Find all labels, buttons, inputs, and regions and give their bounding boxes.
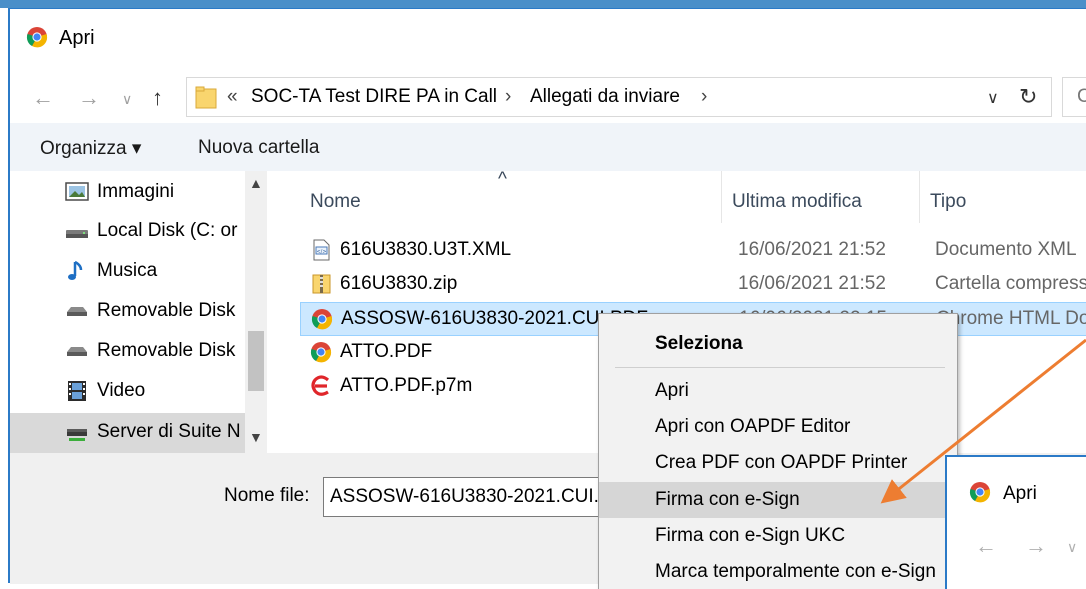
- address-dropdown-icon[interactable]: ∨: [987, 88, 999, 108]
- organize-button[interactable]: Organizza ▾: [40, 137, 141, 160]
- navigation-pane: Immagini Local Disk (C: or Musica Remova…: [10, 171, 268, 453]
- filename-input[interactable]: ASSOSW-616U3830-2021.CUI.P: [323, 477, 623, 517]
- context-menu-item-create-pdf[interactable]: Crea PDF con OAPDF Printer: [599, 445, 957, 481]
- refresh-icon[interactable]: ↻: [1019, 84, 1037, 110]
- overlay-open-dialog: Apri ← → ∨: [945, 455, 1086, 589]
- chrome-icon: [969, 481, 991, 509]
- music-icon: [68, 260, 83, 280]
- forward-arrow-icon[interactable]: →: [78, 85, 100, 111]
- nav-item-network-server[interactable]: Server di Suite N: [10, 413, 245, 453]
- context-menu-item-open[interactable]: Apri: [599, 373, 957, 409]
- breadcrumb-chevron-icon[interactable]: ›: [505, 86, 511, 108]
- nav-item-removable-disk[interactable]: Removable Disk: [10, 292, 245, 332]
- command-bar: Organizza ▾ Nuova cartella: [10, 123, 1086, 171]
- back-arrow-icon[interactable]: ←: [32, 85, 54, 111]
- column-header-date[interactable]: Ultima modifica: [722, 171, 920, 223]
- chrome-icon: [310, 342, 332, 363]
- file-row[interactable]: </> 616U3830.U3T.XML 16/06/2021 21:52 Do…: [300, 234, 1086, 268]
- nav-item-pictures[interactable]: Immagini: [10, 173, 245, 213]
- drive-icon: [66, 230, 88, 238]
- back-arrow-icon[interactable]: ←: [975, 533, 997, 559]
- context-menu-item-timestamp[interactable]: Marca temporalmente con e-Sign: [599, 554, 957, 589]
- nav-item-video[interactable]: Video: [10, 372, 245, 412]
- breadcrumb-overflow[interactable]: «: [227, 86, 238, 108]
- overlay-dialog-title: Apri: [1003, 483, 1037, 504]
- removable-disk-icon: [67, 347, 87, 356]
- chrome-icon: [311, 309, 333, 330]
- context-menu-item-open-with-editor[interactable]: Apri con OAPDF Editor: [599, 409, 957, 445]
- search-input[interactable]: C: [1062, 77, 1086, 117]
- esign-icon: [311, 375, 330, 396]
- address-row: ← → ∨ ↑ « SOC-TA Test DIRE PA in Call › …: [10, 71, 1086, 123]
- chrome-icon: [26, 26, 48, 54]
- context-menu-header: Seleziona: [655, 333, 743, 354]
- xml-file-icon: </>: [313, 239, 330, 261]
- dialog-title: Apri: [59, 27, 95, 49]
- folder-icon: [195, 86, 217, 109]
- forward-arrow-icon[interactable]: →: [1025, 533, 1047, 559]
- context-menu-item-sign[interactable]: Firma con e-Sign: [599, 482, 957, 518]
- up-arrow-icon[interactable]: ↑: [152, 85, 163, 111]
- video-icon: [68, 381, 86, 401]
- breadcrumb-item[interactable]: Allegati da inviare: [530, 86, 680, 108]
- pictures-icon: [65, 182, 89, 201]
- nav-item-music[interactable]: Musica: [10, 252, 245, 292]
- network-drive-icon: [67, 429, 87, 441]
- new-folder-button[interactable]: Nuova cartella: [198, 137, 319, 159]
- scrollbar-thumb[interactable]: [248, 331, 264, 391]
- context-menu-item-sign-ukc[interactable]: Firma con e-Sign UKC: [599, 518, 957, 554]
- column-header-name[interactable]: Nome ^: [300, 169, 722, 223]
- recent-chevron-icon[interactable]: ∨: [1067, 539, 1077, 556]
- removable-disk-icon: [67, 307, 87, 316]
- filename-label: Nome file:: [224, 485, 310, 506]
- title-bar: Apri: [10, 9, 1086, 69]
- nav-item-removable-disk[interactable]: Removable Disk: [10, 332, 245, 372]
- sort-ascending-icon: ^: [498, 169, 507, 190]
- context-menu-divider: [615, 367, 945, 368]
- nav-item-local-disk[interactable]: Local Disk (C: or: [10, 212, 245, 252]
- address-bar[interactable]: « SOC-TA Test DIRE PA in Call › Allegati…: [186, 77, 1052, 117]
- context-menu: Seleziona Apri Apri con OAPDF Editor Cre…: [598, 313, 958, 589]
- breadcrumb-chevron-icon[interactable]: ›: [701, 86, 707, 108]
- column-header-type[interactable]: Tipo: [920, 171, 1086, 223]
- background-window-strip: [0, 0, 1086, 8]
- breadcrumb-item[interactable]: SOC-TA Test DIRE PA in Call: [251, 86, 497, 108]
- zip-file-icon: [312, 274, 331, 294]
- svg-text:</>: </>: [316, 249, 326, 255]
- file-row[interactable]: 616U3830.zip 16/06/2021 21:52 Cartella c…: [300, 268, 1086, 302]
- scroll-up-icon[interactable]: ▲: [249, 175, 263, 191]
- nav-pane-scrollbar[interactable]: ▲ ▼: [245, 171, 267, 453]
- recent-chevron-icon[interactable]: ∨: [122, 91, 132, 108]
- scroll-down-icon[interactable]: ▼: [249, 429, 263, 445]
